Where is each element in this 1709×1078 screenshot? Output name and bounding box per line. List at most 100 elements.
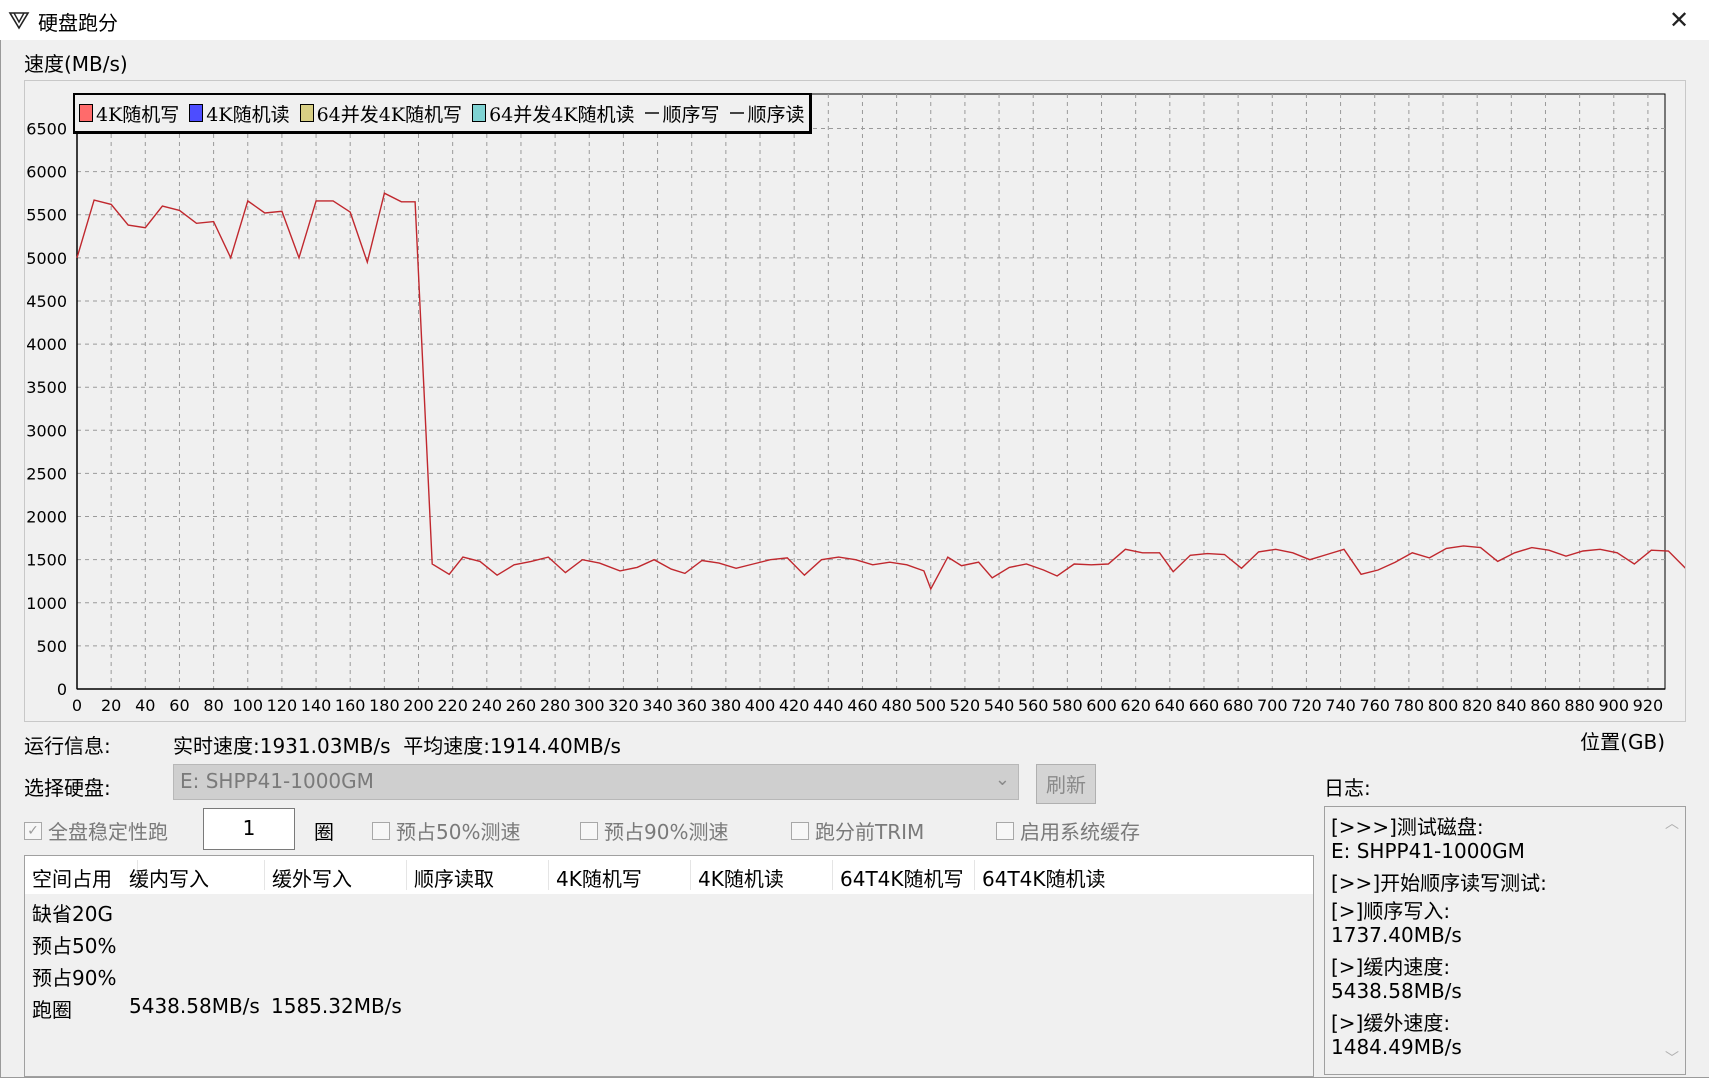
y-axis-label: 速度(MB/s) — [24, 52, 128, 76]
speed-chart: 0 20 40 60 80 100 120 140 160 180 200 220 240 260 280 3… — [26, 93, 1685, 715]
chevron-down-icon: ⌄ — [994, 769, 1010, 790]
x-tick-label: 920 — [1633, 696, 1664, 715]
x-tick-label: 780 — [1394, 696, 1425, 715]
x-tick-label: 660 — [1189, 696, 1220, 715]
x-tick-label: 480 — [881, 696, 912, 715]
legend-line-swatch — [644, 112, 659, 114]
full-disk-stability-option[interactable]: ✓ 全盘稳定性跑 — [24, 816, 168, 845]
close-button[interactable]: ✕ — [1657, 2, 1701, 38]
column-header[interactable]: 4K随机读 — [698, 863, 784, 892]
x-tick-label: 700 — [1257, 696, 1288, 715]
y-tick-label: 1500 — [26, 551, 67, 570]
y-tick-label: 6000 — [26, 163, 67, 182]
column-header[interactable]: 顺序读取 — [414, 863, 494, 892]
column-header[interactable]: 64T4K随机写 — [840, 863, 964, 892]
x-tick-label: 620 — [1120, 696, 1151, 715]
prefill-50-label: 预占50%测速 — [396, 820, 521, 844]
full-disk-stability-checkbox[interactable]: ✓ — [24, 821, 42, 840]
log-line: [>]缓外速度: — [1331, 1011, 1451, 1035]
x-tick-label: 720 — [1291, 696, 1322, 715]
enable-cache-checkbox[interactable] — [996, 821, 1014, 840]
y-tick-label: 6500 — [26, 119, 67, 138]
y-tick-label: 5500 — [26, 206, 67, 225]
legend-label: 64并发4K随机读 — [489, 103, 635, 126]
x-tick-label: 40 — [135, 696, 155, 715]
table-row-label: 跑圈 — [32, 998, 72, 1022]
x-tick-label: 140 — [301, 696, 332, 715]
x-axis-label: 位置(GB) — [1580, 730, 1665, 754]
x-tick-label: 180 — [369, 696, 400, 715]
scroll-down-icon[interactable]: ﹀ — [1665, 1048, 1679, 1068]
legend-item-64t-random-write: 64并发4K随机写 — [299, 100, 463, 127]
log-line: [>>]开始顺序读写测试: — [1331, 871, 1547, 895]
log-line: 1737.40MB/s — [1331, 923, 1462, 947]
refresh-button[interactable]: 刷新 — [1036, 764, 1096, 804]
x-tick-label: 500 — [915, 696, 946, 715]
scroll-up-icon[interactable]: ︿ — [1665, 813, 1679, 833]
legend-swatch — [189, 104, 204, 122]
column-divider — [690, 860, 691, 890]
trim-before-checkbox[interactable] — [791, 821, 809, 840]
x-tick-label: 340 — [642, 696, 673, 715]
full-disk-stability-label: 全盘稳定性跑 — [48, 820, 168, 844]
legend-line-swatch — [729, 112, 744, 114]
app-logo-icon — [8, 12, 30, 30]
legend-label: 64并发4K随机写 — [316, 103, 463, 126]
results-table: 空间占用 缓内写入 缓外写入 顺序读取 4K随机写 4K随机读 64T4K随机写… — [24, 855, 1314, 1077]
legend-item-4k-random-write: 4K随机写 — [79, 100, 179, 127]
y-tick-label: 2000 — [26, 508, 67, 527]
log-line: [>]顺序写入: — [1331, 899, 1451, 923]
table-cell-cache-write: 5438.58MB/s — [129, 994, 260, 1018]
column-header[interactable]: 64T4K随机读 — [982, 863, 1106, 892]
prefill-90-checkbox[interactable] — [580, 821, 598, 840]
column-divider — [974, 860, 975, 890]
column-header[interactable]: 缓内写入 — [129, 863, 209, 892]
log-line: E: SHPP41-1000GM — [1331, 839, 1525, 863]
x-tick-label: 880 — [1564, 696, 1595, 715]
prefill-90-option[interactable]: 预占90%测速 — [580, 816, 728, 845]
x-tick-label: 860 — [1530, 696, 1561, 715]
log-line: 5438.58MB/s — [1331, 979, 1462, 1003]
disk-select-value: E: SHPP41-1000GM — [180, 769, 374, 793]
y-tick-label: 2500 — [26, 464, 67, 483]
y-tick-label: 4500 — [26, 292, 67, 311]
log-box[interactable]: [>>>]测试磁盘: E: SHPP41-1000GM [>>]开始顺序读写测试… — [1324, 806, 1686, 1075]
legend-label: 顺序写 — [662, 103, 720, 126]
table-row-label: 缺省20G — [32, 902, 113, 926]
x-tick-label: 740 — [1325, 696, 1356, 715]
prefill-50-option[interactable]: 预占50%测速 — [372, 816, 520, 845]
legend-item-seq-read: 顺序读 — [729, 100, 805, 127]
laps-input[interactable]: 1 — [203, 808, 295, 850]
x-tick-label: 380 — [711, 696, 742, 715]
column-header[interactable]: 4K随机写 — [556, 863, 642, 892]
x-tick-label: 400 — [745, 696, 776, 715]
x-tick-label: 120 — [267, 696, 298, 715]
x-tick-label: 820 — [1462, 696, 1493, 715]
x-tick-label: 280 — [540, 696, 571, 715]
select-disk-label: 选择硬盘: — [24, 776, 111, 800]
x-tick-label: 80 — [203, 696, 223, 715]
x-tick-label: 540 — [984, 696, 1015, 715]
trim-before-option[interactable]: 跑分前TRIM — [791, 816, 924, 845]
y-tick-label: 3500 — [26, 378, 67, 397]
prefill-50-checkbox[interactable] — [372, 821, 390, 840]
column-header[interactable]: 缓外写入 — [272, 863, 352, 892]
legend-swatch — [299, 104, 314, 122]
column-divider — [264, 860, 265, 890]
x-tick-label: 20 — [101, 696, 121, 715]
x-tick-label: 260 — [506, 696, 537, 715]
run-info-label: 运行信息: — [24, 734, 111, 758]
x-tick-label: 900 — [1599, 696, 1630, 715]
x-tick-label: 600 — [1086, 696, 1117, 715]
trim-before-label: 跑分前TRIM — [815, 820, 925, 844]
legend-swatch — [79, 104, 93, 122]
y-tick-label: 1000 — [26, 594, 67, 613]
x-tick-label: 200 — [403, 696, 434, 715]
column-header[interactable]: 空间占用 — [32, 863, 112, 892]
legend-swatch — [472, 104, 487, 122]
column-divider — [832, 860, 833, 890]
disk-select[interactable]: E: SHPP41-1000GM ⌄ — [173, 764, 1019, 800]
x-tick-label: 800 — [1428, 696, 1459, 715]
y-tick-label: 5000 — [26, 249, 67, 268]
enable-cache-option[interactable]: 启用系统缓存 — [996, 816, 1140, 845]
